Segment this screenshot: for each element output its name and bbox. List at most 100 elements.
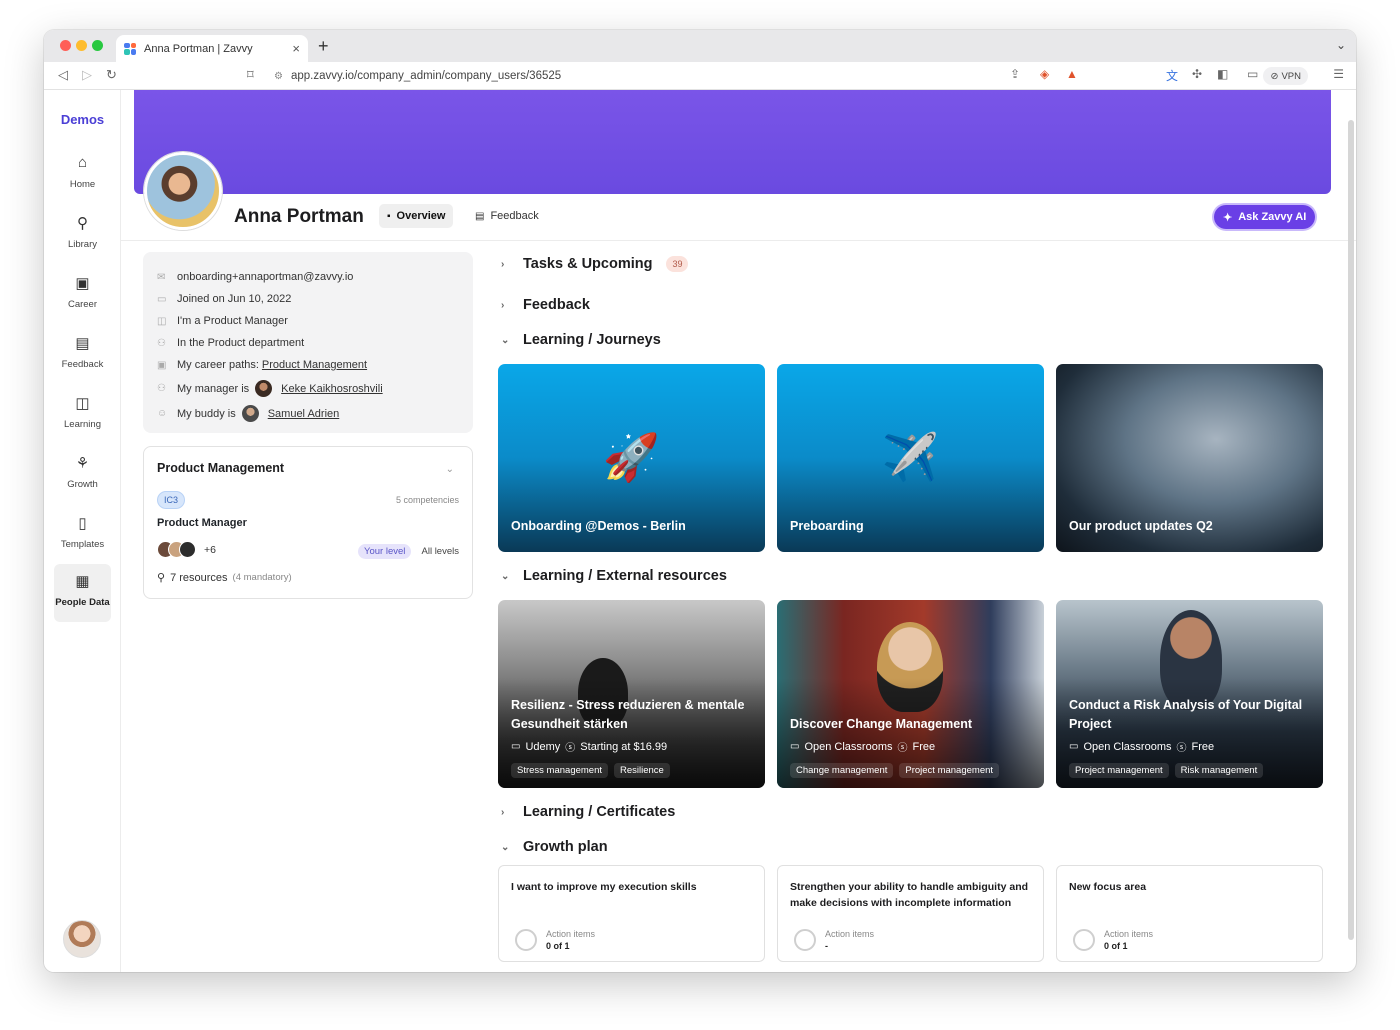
sidebar-item-growth[interactable]: ⚘ Growth (54, 450, 111, 506)
back-icon[interactable]: ◁ (58, 67, 68, 83)
address-bar: ◁ ▷ ↻ ⌑ ⚙ app.zavvy.io/company_admin/com… (44, 62, 1356, 90)
journey-card[interactable]: 🚀 Onboarding @Demos - Berlin (498, 364, 765, 552)
external-resource-card[interactable]: Conduct a Risk Analysis of Your Digital … (1056, 600, 1323, 788)
sidebar-item-people-data[interactable]: ▦ People Data (54, 564, 111, 622)
scrollbar[interactable] (1348, 120, 1354, 940)
goal-progress: Action items 0 of 1 (515, 929, 595, 951)
career-path-card[interactable]: Product Management ⌄ IC3 5 competencies … (143, 446, 473, 599)
tab-overview[interactable]: ▪ Overview (379, 204, 454, 228)
career-path-link[interactable]: Product Management (262, 359, 367, 371)
extensions-icon[interactable]: ✣ (1192, 67, 1202, 81)
header-divider (121, 240, 1356, 241)
info-email: ✉ onboarding+annaportman@zavvy.io (157, 266, 459, 288)
tab-menu-chevron-icon[interactable]: ⌄ (1336, 38, 1346, 52)
buddy-link[interactable]: Samuel Adrien (268, 408, 340, 420)
tab-title: Anna Portman | Zavvy (144, 42, 253, 55)
ask-zavvy-ai-button[interactable]: ✦ Ask Zavvy AI (1214, 205, 1316, 229)
section-title: Tasks & Upcoming (523, 256, 653, 272)
close-tab-icon[interactable]: × (292, 41, 300, 56)
section-tasks[interactable]: › Tasks & Upcoming 39 (501, 256, 689, 272)
vpn-button[interactable]: ⊘ VPN (1263, 67, 1308, 85)
url-field[interactable]: ⚙ app.zavvy.io/company_admin/company_use… (274, 66, 1034, 86)
brave-shield-icon[interactable]: ◈ (1040, 67, 1049, 81)
course-tags: Project management Risk management (1069, 763, 1264, 778)
career-icon: ▣ (157, 359, 167, 371)
profile-name: Anna Portman (234, 206, 364, 227)
journey-card[interactable]: Our product updates Q2 (1056, 364, 1323, 552)
sidebar-item-career[interactable]: ▣ Career (54, 270, 111, 326)
external-resource-card[interactable]: Resilienz - Stress reduzieren & mentale … (498, 600, 765, 788)
skill-tag: Stress management (511, 763, 609, 778)
new-tab-button[interactable]: + (318, 36, 329, 57)
sidebar-item-label: Templates (60, 539, 105, 550)
sidebar-item-templates[interactable]: ▯ Templates (54, 510, 111, 566)
maximize-window-button[interactable] (92, 40, 103, 51)
section-title: Learning / Certificates (523, 804, 676, 820)
section-certificates[interactable]: › Learning / Certificates (501, 804, 675, 820)
course-meta: ▭ Udemy ⓢ Starting at $16.99 (511, 739, 668, 755)
action-items-label: Action items (825, 929, 875, 939)
brand-logo[interactable]: Demos (44, 112, 121, 127)
wallet-icon[interactable]: ▭ (1247, 67, 1258, 81)
section-journeys[interactable]: ⌄ Learning / Journeys (501, 332, 661, 348)
home-icon: ⌂ (77, 154, 88, 171)
growth-goal-card[interactable]: Strengthen your ability to handle ambigu… (777, 865, 1044, 962)
buddy-label: My buddy is (177, 407, 236, 420)
sidebar-item-learning[interactable]: ◫ Learning (54, 390, 111, 446)
menu-icon[interactable]: ☰ (1333, 67, 1344, 81)
journey-title: Onboarding @Demos - Berlin (511, 519, 686, 533)
growth-goal-card[interactable]: I want to improve my execution skills Ac… (498, 865, 765, 962)
sidebar-item-label: Home (69, 179, 96, 190)
section-feedback[interactable]: › Feedback (501, 297, 590, 313)
section-title: Learning / Journeys (523, 332, 661, 348)
skill-tag: Risk management (1174, 763, 1264, 778)
sidebar-item-library[interactable]: ⚲ Library (54, 210, 111, 266)
section-title: Feedback (523, 297, 590, 313)
reload-icon[interactable]: ↻ (106, 67, 117, 83)
action-items-label: Action items (546, 929, 596, 939)
section-title: Learning / External resources (523, 568, 727, 584)
provider-icon: ▭ (1069, 741, 1079, 752)
journey-card[interactable]: ✈️ Preboarding (777, 364, 1044, 552)
sidebar-toggle-icon[interactable]: ◧ (1217, 67, 1228, 81)
career-path-title: Product Management (157, 461, 285, 475)
progress-ring-icon (515, 929, 537, 951)
url-text: app.zavvy.io/company_admin/company_users… (290, 70, 562, 82)
info-joined: ▭ Joined on Jun 10, 2022 (157, 288, 459, 310)
forward-icon[interactable]: ▷ (82, 67, 92, 83)
course-price: Starting at $16.99 (580, 740, 668, 753)
tab-label: Overview (396, 210, 446, 222)
sidebar-item-home[interactable]: ⌂ Home (54, 150, 111, 206)
chevron-down-icon: ⌄ (501, 334, 510, 346)
all-levels-link[interactable]: All levels (422, 546, 460, 557)
avatar (179, 541, 196, 558)
sidebar-item-feedback[interactable]: ▤ Feedback (54, 330, 111, 386)
provider-icon: ▭ (511, 741, 521, 752)
share-icon[interactable]: ⇪ (1010, 67, 1020, 81)
vpn-icon: ⊘ (1270, 70, 1279, 82)
tab-feedback[interactable]: ▤ Feedback (467, 204, 547, 228)
section-external-resources[interactable]: ⌄ Learning / External resources (501, 568, 727, 584)
provider-icon: ▭ (790, 741, 800, 752)
growth-goal-card[interactable]: New focus area Action items 0 of 1 (1056, 865, 1323, 962)
profile-info-card: ✉ onboarding+annaportman@zavvy.io ▭ Joined… (143, 252, 473, 433)
chevron-down-icon[interactable]: ⌄ (446, 464, 454, 475)
skill-tag: Project management (1069, 763, 1169, 778)
course-provider: Udemy (525, 740, 561, 753)
rewards-icon[interactable]: ▲ (1066, 67, 1078, 81)
minimize-window-button[interactable] (76, 40, 87, 51)
current-user-avatar[interactable] (63, 920, 101, 958)
email-text: onboarding+annaportman@zavvy.io (177, 271, 354, 283)
bookmark-icon[interactable]: ⌑ (247, 67, 254, 83)
browser-tab[interactable]: Anna Portman | Zavvy × (116, 35, 308, 62)
manager-link[interactable]: Keke Kaikhosroshvili (281, 383, 383, 395)
ask-ai-label: Ask Zavvy AI (1238, 211, 1307, 223)
career-icon: ▣ (75, 275, 90, 292)
chevron-right-icon: › (501, 299, 505, 311)
close-window-button[interactable] (60, 40, 71, 51)
section-growth-plan[interactable]: ⌄ Growth plan (501, 839, 608, 855)
external-resource-card[interactable]: Discover Change Management ▭ Open Classro… (777, 600, 1044, 788)
translate-icon[interactable]: 文 (1166, 67, 1178, 84)
growth-icon: ⚘ (75, 455, 90, 472)
site-settings-icon[interactable]: ⚙ (274, 71, 283, 82)
